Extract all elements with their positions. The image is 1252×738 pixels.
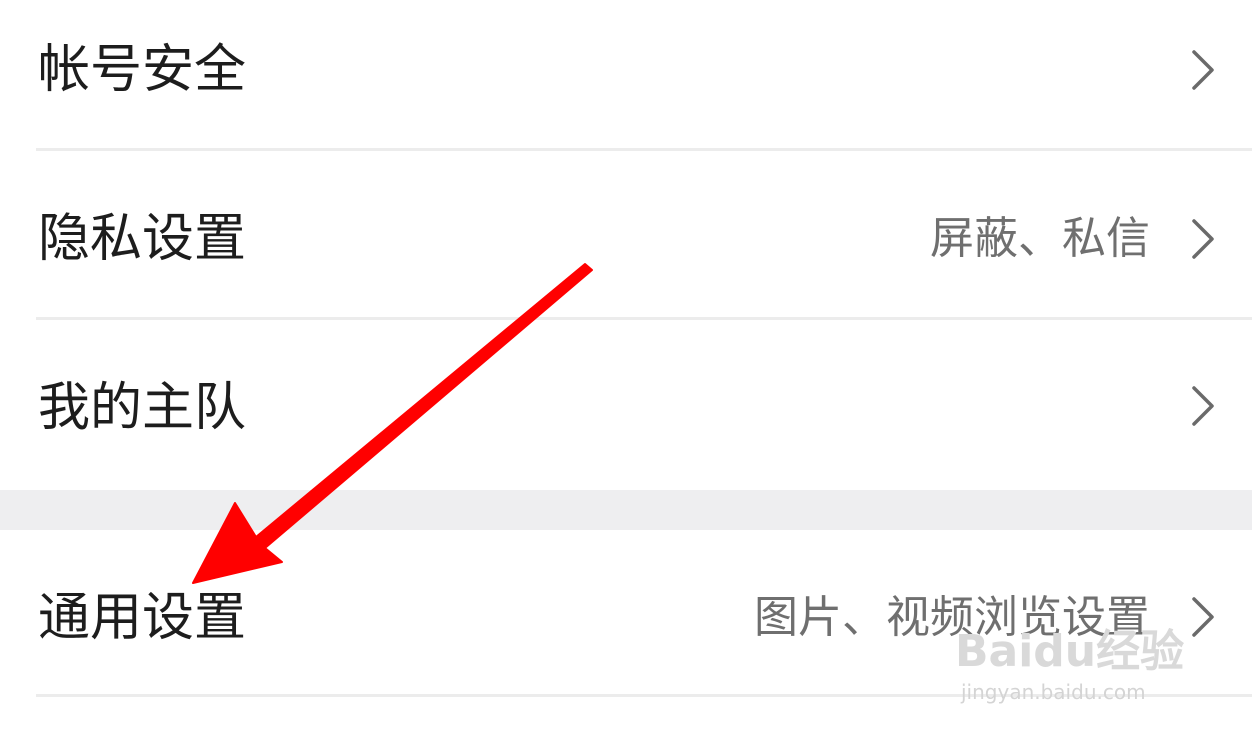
- watermark-brand: Baidu经验: [955, 626, 1185, 677]
- settings-item-label: 帐号安全: [38, 40, 247, 100]
- settings-item-account-security[interactable]: 帐号安全: [0, 0, 1252, 148]
- chevron-right-icon: [1182, 376, 1222, 436]
- chevron-right-icon: [1182, 209, 1222, 269]
- settings-page: 帐号安全 隐私设置 屏蔽、私信 我的主队 通用设置 图片、视频浏览设置 Baid…: [0, 0, 1252, 738]
- settings-item-privacy[interactable]: 隐私设置 屏蔽、私信: [0, 151, 1252, 317]
- settings-item-my-team[interactable]: 我的主队: [0, 320, 1252, 490]
- settings-item-value: 屏蔽、私信: [930, 213, 1150, 264]
- settings-item-label: 通用设置: [38, 588, 247, 648]
- settings-item-label: 隐私设置: [38, 209, 247, 269]
- section-separator: [0, 490, 1252, 530]
- watermark-url: jingyan.baidu.com: [961, 680, 1146, 704]
- baidu-jingyan-watermark: Baidu经验 jingyan.baidu.com: [955, 628, 1195, 708]
- chevron-right-icon: [1182, 40, 1222, 100]
- settings-item-label: 我的主队: [38, 378, 247, 438]
